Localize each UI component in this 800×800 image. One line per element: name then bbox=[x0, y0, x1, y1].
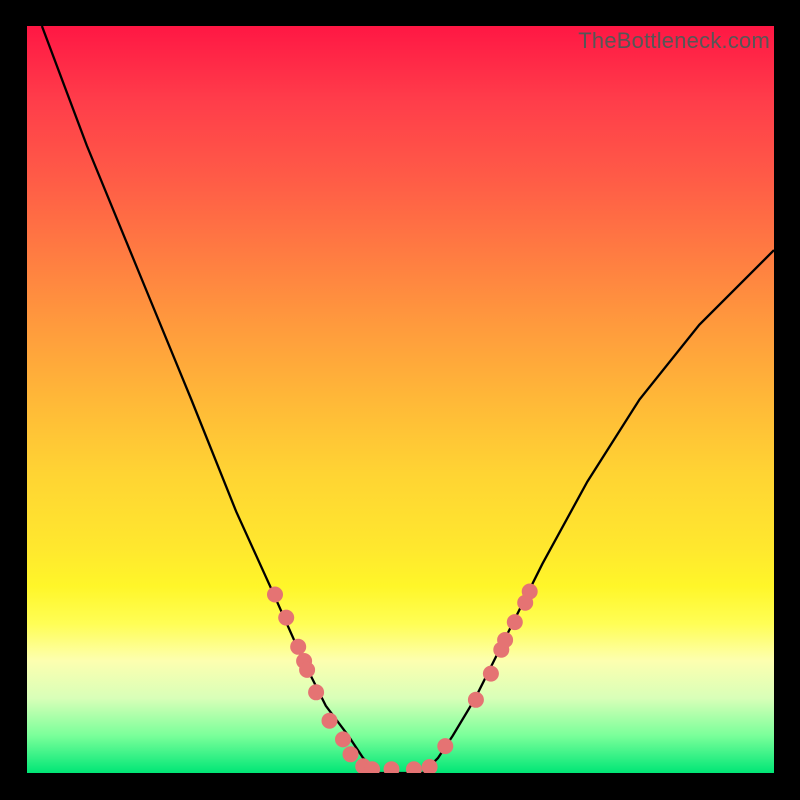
watermark-text: TheBottleneck.com bbox=[578, 28, 770, 54]
chart-plot-area bbox=[27, 26, 774, 773]
